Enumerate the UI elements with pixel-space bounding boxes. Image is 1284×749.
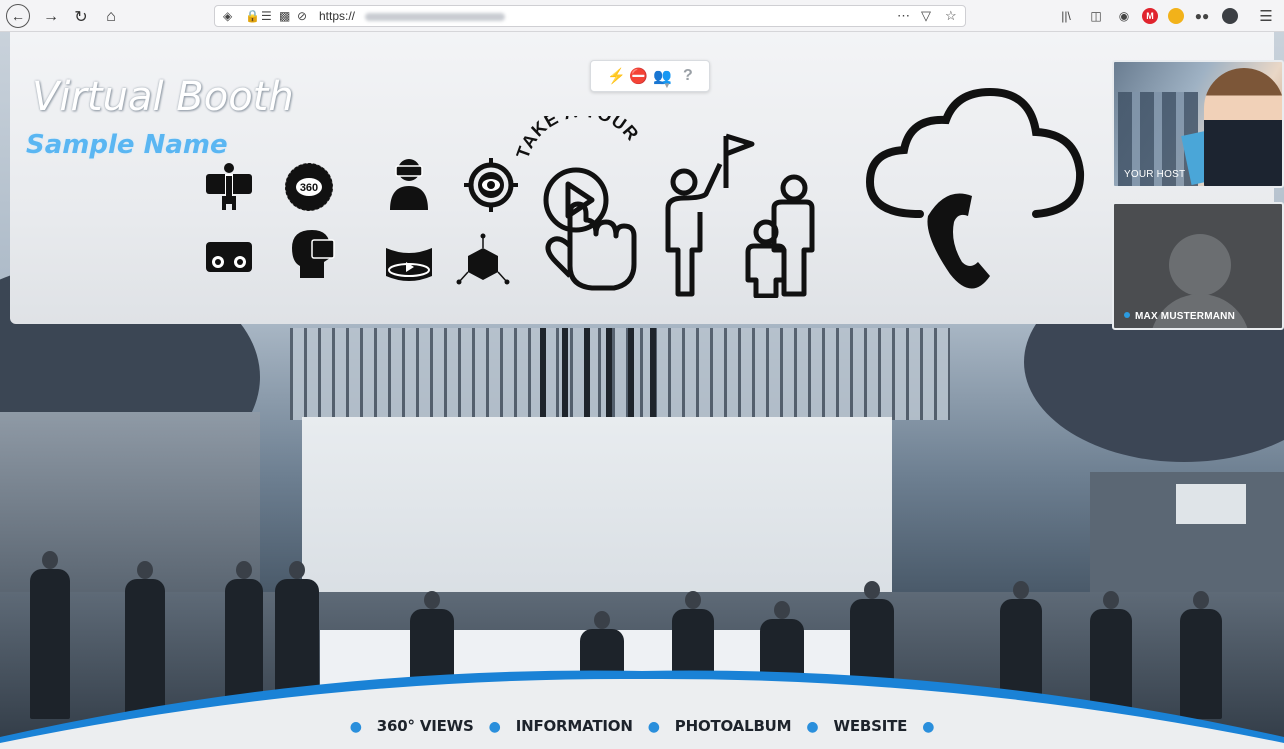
svg-text:360: 360: [300, 182, 318, 194]
do-not-disturb-icon[interactable]: ⛔: [629, 67, 648, 85]
ar-cube-icon[interactable]: [456, 232, 510, 286]
host-video-tile[interactable]: YOUR HOST: [1112, 60, 1284, 188]
camera-blocked-icon[interactable]: ⊘: [297, 9, 307, 23]
nav-separator-icon: ●: [922, 719, 935, 735]
take-a-tour-label: TAKE A TOUR: [516, 116, 643, 161]
host-person: [1204, 68, 1282, 186]
bookmark-star-icon[interactable]: ☆: [945, 8, 957, 24]
avatar-head: [1169, 234, 1231, 296]
library-icon[interactable]: ||\: [1058, 8, 1074, 24]
lightning-icon[interactable]: ⚡: [607, 67, 626, 85]
url-text[interactable]: https://: [319, 9, 355, 23]
help-icon[interactable]: ?: [683, 67, 693, 85]
360-rotation-icon[interactable]: [382, 236, 436, 290]
vr-head-profile-icon[interactable]: [284, 228, 338, 282]
globe-360-icon[interactable]: 360: [282, 160, 336, 214]
cloud-phone-icon[interactable]: [860, 86, 1092, 296]
background-screen: [1176, 484, 1246, 524]
booth-title: Virtual Booth: [32, 74, 294, 120]
nav-separator-icon: ●: [806, 719, 819, 735]
home-icon[interactable]: ⌂: [100, 6, 122, 28]
booth-controls-toolbar: ⚡ ⛔ 👥 ▼ ?: [590, 60, 710, 92]
more-icon[interactable]: ⋯: [897, 8, 910, 24]
participant-video-tile[interactable]: MAX MUSTERMANN: [1112, 202, 1284, 330]
vr-360-person-icon[interactable]: [202, 160, 256, 214]
reload-icon[interactable]: ↻: [70, 6, 92, 28]
background-pillars: [540, 328, 670, 420]
sidebar-icon[interactable]: ◫: [1088, 8, 1104, 24]
guided-group-icon[interactable]: [654, 128, 824, 299]
nav-360-views[interactable]: 360° VIEWS: [377, 717, 474, 735]
permissions-icon[interactable]: ☰: [261, 9, 272, 23]
lock-icon[interactable]: 🔒: [245, 9, 260, 23]
participant-name: MAX MUSTERMANN: [1135, 311, 1236, 322]
nav-separator-icon: ●: [349, 719, 362, 735]
eye-target-icon[interactable]: [464, 158, 518, 212]
chevron-down-icon[interactable]: ▼: [663, 81, 671, 90]
account-icon[interactable]: ◉: [1116, 8, 1132, 24]
status-dot-icon: [1124, 312, 1130, 318]
address-bar[interactable]: ◈ 🔒 ☰ ▩ ⊘ https:// ⋯ ▽ ☆: [214, 5, 966, 27]
nav-photoalbum[interactable]: PHOTOALBUM: [675, 717, 792, 735]
extension-3-icon[interactable]: [1222, 8, 1238, 24]
menu-icon[interactable]: ☰: [1258, 8, 1274, 25]
host-label: YOUR HOST: [1124, 169, 1186, 180]
booth-scene: Virtual Booth Sample Name 360 AKE UR ⚡ ⛔…: [0, 32, 1284, 749]
booth-subtitle: Sample Name: [26, 130, 228, 160]
url-blurred-domain: [365, 13, 505, 21]
nav-website[interactable]: WEBSITE: [833, 717, 907, 735]
pocket-icon[interactable]: ▽: [921, 8, 931, 24]
shield-icon[interactable]: ◈: [223, 9, 232, 23]
vr-goggles-icon[interactable]: [202, 232, 256, 286]
nav-information[interactable]: INFORMATION: [516, 717, 633, 735]
reader-icon[interactable]: ▩: [279, 9, 290, 23]
participant-label: MAX MUSTERMANN: [1124, 311, 1235, 322]
nav-separator-icon: ●: [647, 719, 660, 735]
bottom-wave-bar: [0, 670, 1284, 749]
back-icon[interactable]: ←: [6, 4, 30, 28]
extension-icon[interactable]: [1168, 8, 1184, 24]
extension-2-icon[interactable]: ●●: [1194, 8, 1210, 24]
browser-toolbar: ← → ↻ ⌂ ◈ 🔒 ☰ ▩ ⊘ https:// ⋯ ▽ ☆ ||\ ◫ ◉…: [0, 0, 1284, 32]
extension-m-icon[interactable]: M: [1142, 8, 1158, 24]
nav-separator-icon: ●: [488, 719, 501, 735]
vr-headset-person-icon[interactable]: [382, 156, 436, 210]
take-a-tour-icon[interactable]: TAKE A TOUR: [512, 101, 646, 292]
forward-icon[interactable]: →: [40, 6, 62, 28]
bottom-navigation: ● 360° VIEWS ● INFORMATION ● PHOTOALBUM …: [0, 717, 1284, 735]
